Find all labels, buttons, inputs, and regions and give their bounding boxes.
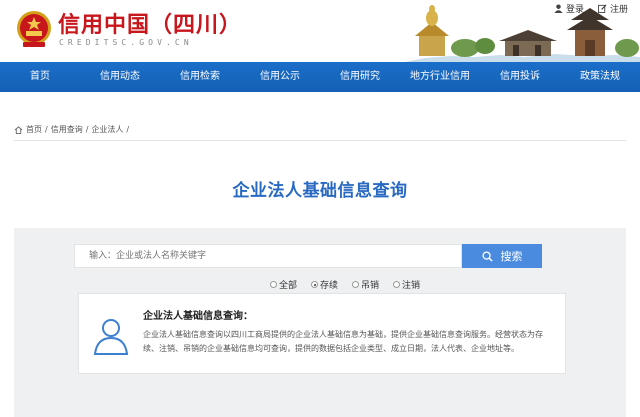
top-links: 登录 注册 [554,2,628,15]
site-domain: CREDITSC.GOV.CN [59,38,193,47]
breadcrumb-separator: / [85,125,89,134]
nav-item-credit-research[interactable]: 信用研究 [320,62,400,92]
person-icon [93,319,129,355]
page-title: 企业法人基础信息查询 [232,181,408,201]
info-description: 企业法人基础信息查询以四川工商局提供的企业法人基础信息为基础，提供企业基础信息查… [143,330,543,353]
nav-item-local-industry-credit[interactable]: 地方行业信用 [400,62,480,92]
filter-revoked[interactable]: 吊销 [352,278,379,291]
breadcrumb-enterprise[interactable]: 企业法人 [91,124,123,135]
main-nav: 首页 信用动态 信用检索 信用公示 信用研究 地方行业信用 信用投诉 政策法规 [0,62,640,92]
login-link[interactable]: 登录 [554,2,584,15]
national-emblem-icon [17,11,51,47]
info-title: 企业法人基础信息查询： [143,311,253,322]
register-link[interactable]: 注册 [597,2,628,15]
search-icon [481,250,493,262]
filter-active[interactable]: 存续 [311,278,338,291]
nav-item-credit-publicity[interactable]: 信用公示 [240,62,320,92]
breadcrumb-credit-query[interactable]: 信用查询 [51,124,83,135]
status-filter: 全部 存续 吊销 注销 [270,278,420,291]
info-box: 企业法人基础信息查询： 企业法人基础信息查询以四川工商局提供的企业法人基础信息为… [78,293,566,374]
nav-item-credit-complaint[interactable]: 信用投诉 [480,62,560,92]
breadcrumb: 首页 / 信用查询 / 企业法人 / [14,124,129,135]
site-title[interactable]: 信用中国（四川） [58,7,242,39]
register-label: 注册 [609,5,628,15]
breadcrumb-divider [14,140,626,141]
filter-revoked-label: 吊销 [361,281,380,291]
radio-button[interactable] [270,281,277,288]
filter-active-label: 存续 [320,281,339,291]
filter-cancelled[interactable]: 注销 [393,278,420,291]
nav-item-policies[interactable]: 政策法规 [560,62,640,92]
breadcrumb-separator: / [126,125,130,134]
filter-all[interactable]: 全部 [270,278,297,291]
edit-icon [597,4,607,13]
site-header: 信用中国（四川） CREDITSC.GOV.CN 登录 注册 [0,0,640,62]
search-button[interactable]: 搜索 [462,244,542,268]
radio-button-selected[interactable] [311,281,319,288]
nav-item-credit-news[interactable]: 信用动态 [80,62,160,92]
breadcrumb-home[interactable]: 首页 [26,124,42,135]
user-icon [554,4,563,13]
home-icon [14,125,23,134]
radio-button[interactable] [352,281,360,288]
search-button-label: 搜索 [500,251,523,263]
filter-all-label: 全部 [279,281,298,291]
login-label: 登录 [565,5,584,15]
radio-button[interactable] [393,281,401,288]
search-input[interactable] [74,244,462,268]
filter-cancelled-label: 注销 [402,281,421,291]
nav-item-home[interactable]: 首页 [0,62,80,92]
nav-item-credit-search[interactable]: 信用检索 [160,62,240,92]
breadcrumb-separator: / [45,125,48,134]
